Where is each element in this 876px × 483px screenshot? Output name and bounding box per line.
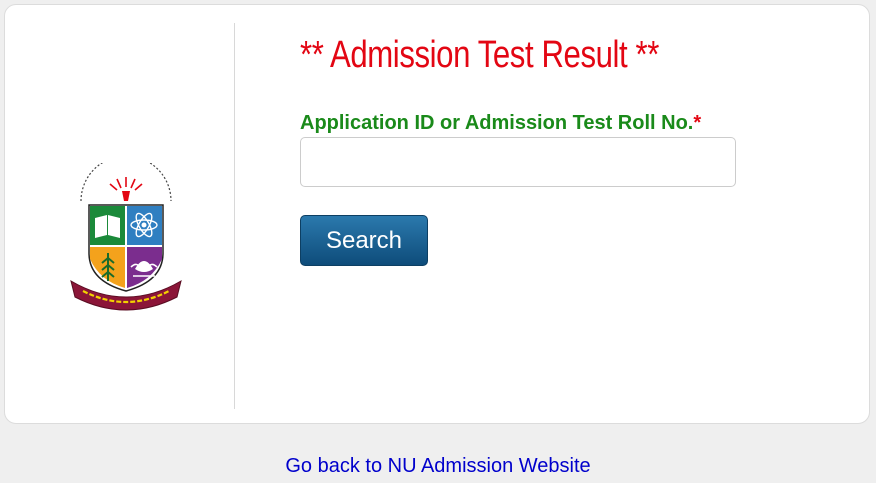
vertical-divider: [234, 23, 235, 409]
back-to-admission-link[interactable]: Go back to NU Admission Website: [0, 455, 876, 478]
roll-number-input[interactable]: [300, 137, 736, 187]
search-button[interactable]: Search: [300, 215, 428, 266]
roll-number-label: Application ID or Admission Test Roll No…: [300, 112, 701, 135]
national-university-crest-icon: [70, 155, 182, 311]
nu-logo: [67, 155, 185, 313]
required-marker: *: [693, 112, 702, 134]
page-title: ** Admission Test Result **: [300, 34, 659, 76]
roll-number-label-text: Application ID or Admission Test Roll No…: [300, 112, 694, 134]
